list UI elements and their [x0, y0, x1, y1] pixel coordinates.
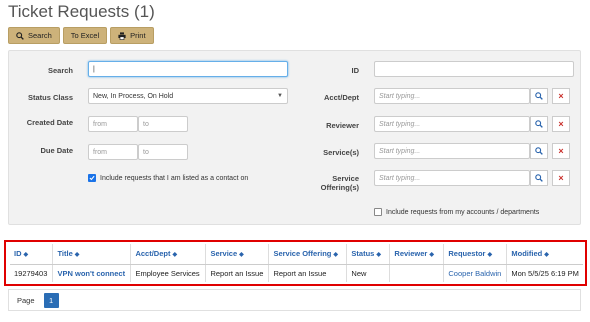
pager: Page 1: [8, 289, 581, 311]
acct-dept-label: Acct/Dept: [323, 93, 359, 102]
close-icon: ×: [558, 172, 564, 183]
column-header-service[interactable]: Service ◆: [205, 244, 270, 265]
due-from-input[interactable]: from: [88, 144, 138, 160]
search-icon: [535, 174, 543, 182]
cell-requestor: Cooper Baldwin: [443, 264, 508, 282]
id-input[interactable]: [374, 61, 574, 77]
print-button-label: Print: [130, 31, 146, 40]
sort-icon: ◆: [23, 252, 29, 259]
results-table: ID ◆ Title ◆ Acct/Dept ◆ Service ◆ Service O…: [10, 244, 583, 282]
due-to-input[interactable]: to: [138, 144, 188, 160]
search-icon: [535, 120, 543, 128]
service-offerings-label-line1: Service: [332, 174, 359, 183]
sort-icon: ◆: [376, 252, 381, 259]
ticket-title-link[interactable]: VPN won't connect: [57, 269, 125, 278]
table-header-row: ID ◆ Title ◆ Acct/Dept ◆ Service ◆ Service O…: [10, 244, 583, 265]
reviewer-input[interactable]: Start typing...: [374, 116, 530, 132]
sort-icon: ◆: [74, 252, 80, 259]
cell-status: New: [346, 264, 391, 282]
column-header-title[interactable]: Title ◆: [52, 244, 132, 265]
chevron-down-icon: ▼: [277, 93, 283, 99]
toolbar: Search To Excel Print: [8, 27, 154, 44]
sort-icon: ◆: [239, 252, 244, 259]
search-icon: [535, 147, 543, 155]
status-class-select[interactable]: New, In Process, On Hold ▼: [88, 88, 288, 104]
close-icon: ×: [558, 90, 564, 101]
search-input[interactable]: |: [88, 61, 288, 77]
column-header-service-offering[interactable]: Service Offering ◆: [268, 244, 348, 265]
due-date-label: Due Date: [40, 146, 73, 155]
print-icon: [118, 31, 126, 40]
acct-dept-input[interactable]: Start typing...: [374, 88, 530, 104]
column-header-status[interactable]: Status ◆: [346, 244, 391, 265]
to-excel-button-label: To Excel: [70, 31, 100, 40]
print-button[interactable]: Print: [110, 27, 154, 44]
services-label: Service(s): [323, 148, 359, 157]
results-highlight: ID ◆ Title ◆ Acct/Dept ◆ Service ◆ Service O…: [4, 240, 587, 286]
acct-dept-clear-button[interactable]: ×: [552, 88, 570, 104]
cell-id: 19279403: [10, 264, 54, 282]
page-title: Ticket Requests (1): [8, 2, 155, 21]
accounts-checkbox-row: Include requests from my accounts / depa…: [374, 208, 539, 216]
sort-icon: ◆: [487, 252, 493, 259]
reviewer-label: Reviewer: [326, 121, 359, 130]
services-input[interactable]: Start typing...: [374, 143, 530, 159]
service-offerings-label: Service Offering(s): [309, 174, 359, 192]
acct-dept-search-button[interactable]: [530, 88, 548, 104]
check-icon: [89, 175, 95, 181]
page-number-button[interactable]: 1: [43, 292, 59, 308]
requestor-link[interactable]: Cooper Baldwin: [448, 269, 501, 278]
column-header-requestor[interactable]: Requestor ◆: [443, 244, 508, 265]
status-class-value: New, In Process, On Hold: [93, 92, 174, 100]
service-offerings-input[interactable]: Start typing...: [374, 170, 530, 186]
sort-icon: ◆: [333, 252, 339, 259]
cell-reviewer: [389, 264, 445, 282]
accounts-checkbox[interactable]: [374, 208, 382, 216]
sort-icon: ◆: [429, 252, 434, 259]
to-excel-button[interactable]: To Excel: [62, 27, 108, 44]
accounts-checkbox-label: Include requests from my accounts / depa…: [386, 208, 540, 216]
close-icon: ×: [558, 145, 564, 156]
search-icon: [16, 31, 24, 40]
search-field-label: Search: [47, 66, 73, 75]
sort-icon: ◆: [544, 252, 549, 259]
search-button-label: Search: [28, 31, 52, 40]
reviewer-search-button[interactable]: [530, 116, 548, 132]
cell-modified: Mon 5/5/25 6:19 PM: [511, 268, 579, 278]
service-offerings-clear-button[interactable]: ×: [552, 170, 570, 186]
created-from-input[interactable]: from: [88, 116, 138, 132]
id-field-label: ID: [351, 66, 360, 75]
pager-label: Page: [17, 295, 35, 305]
table-row[interactable]: 19279403 VPN won't connect Employee Serv…: [10, 264, 583, 282]
column-header-reviewer[interactable]: Reviewer ◆: [389, 244, 445, 265]
column-header-id[interactable]: ID ◆: [10, 244, 54, 265]
services-clear-button[interactable]: ×: [552, 143, 570, 159]
created-to-input[interactable]: to: [138, 116, 188, 132]
cell-acct-dept: Employee Services: [130, 264, 207, 282]
column-header-modified[interactable]: Modified ◆: [506, 244, 583, 265]
close-icon: ×: [558, 118, 564, 129]
service-offerings-search-button[interactable]: [530, 170, 548, 186]
contact-checkbox-row: Include requests that I am listed as a c…: [88, 174, 248, 182]
filter-panel: Search | ID Status Class New, In Process…: [8, 50, 581, 225]
sort-icon: ◆: [172, 252, 178, 259]
search-icon: [535, 92, 543, 100]
cell-service: Report an Issue: [205, 264, 270, 282]
reviewer-clear-button[interactable]: ×: [552, 116, 570, 132]
service-offerings-label-line2: Offering(s): [320, 183, 359, 192]
cell-service-offering: Report an Issue: [268, 264, 348, 282]
search-button[interactable]: Search: [8, 27, 60, 44]
contact-checkbox-label: Include requests that I am listed as a c…: [100, 174, 249, 182]
column-header-acct-dept[interactable]: Acct/Dept ◆: [130, 244, 207, 265]
contact-checkbox[interactable]: [88, 174, 96, 182]
cell-title: VPN won't connect: [52, 264, 132, 282]
status-class-label: Status Class: [27, 93, 73, 102]
services-search-button[interactable]: [530, 143, 548, 159]
created-date-label: Created Date: [26, 118, 73, 127]
